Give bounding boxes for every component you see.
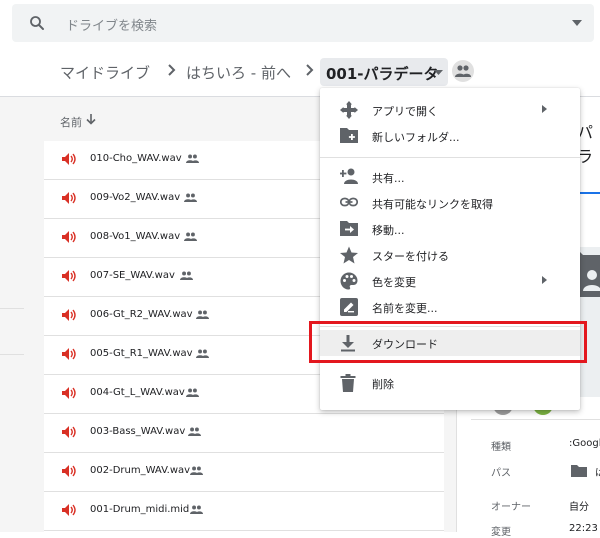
shared-folder-button[interactable] <box>452 60 474 82</box>
menu-item-label: 新しいフォルダ... <box>372 131 460 144</box>
menu-item-star[interactable]: スターを付ける <box>320 242 580 268</box>
audio-file-icon <box>62 192 76 204</box>
menu-item-label: 移動... <box>372 224 405 237</box>
detail-type-value: :Googl <box>569 438 600 449</box>
breadcrumb-current-folder[interactable]: 001-パラデータ <box>320 58 448 86</box>
audio-file-icon <box>62 309 76 321</box>
menu-item-move[interactable]: 移動... <box>320 216 580 242</box>
submenu-arrow-icon <box>542 276 547 284</box>
audio-file-icon <box>62 387 76 399</box>
shared-icon <box>190 466 203 475</box>
chevron-right-icon <box>306 64 314 76</box>
star-icon <box>340 246 358 264</box>
menu-item-get-link[interactable]: 共有可能なリンクを取得 <box>320 190 580 216</box>
chevron-right-icon <box>168 64 176 76</box>
menu-item-label: 色を変更 <box>372 276 416 289</box>
detail-owner-label: オーナー <box>491 502 531 513</box>
shared-icon <box>186 154 199 163</box>
palette-icon <box>340 272 358 290</box>
file-name: 009-Vo2_WAV.wav <box>90 192 181 203</box>
menu-item-delete[interactable]: 削除 <box>320 370 580 396</box>
detail-type-label: 種類 <box>491 442 511 453</box>
detail-path-value[interactable]: は <box>595 464 600 479</box>
column-header-name[interactable]: 名前 <box>60 114 82 130</box>
audio-file-icon <box>62 465 76 477</box>
detail-modified-value: 22:23 <box>569 523 598 534</box>
move-to-folder-icon <box>340 221 358 236</box>
audio-file-icon <box>62 231 76 243</box>
detail-path-label: パス <box>491 468 511 479</box>
menu-item-new-folder[interactable]: 新しいフォルダ... <box>320 123 580 149</box>
file-name: 006-Gt_R2_WAV.wav <box>90 309 193 320</box>
menu-item-label: 共有可能なリンクを取得 <box>372 198 493 211</box>
shared-icon <box>196 310 209 319</box>
trash-icon <box>340 374 356 392</box>
menu-item-rename[interactable]: 名前を変更... <box>320 294 580 320</box>
file-name: 010-Cho_WAV.wav <box>90 153 182 164</box>
menu-item-label: 削除 <box>372 378 394 391</box>
details-title: パラ <box>577 123 594 166</box>
caret-down-icon <box>434 70 443 75</box>
submenu-arrow-icon <box>542 105 547 113</box>
file-row[interactable]: 002-Drum_WAV.wav <box>44 453 444 492</box>
menu-item-label: 名前を変更... <box>372 302 438 315</box>
menu-item-label: 共有... <box>372 172 405 185</box>
menu-divider <box>320 157 580 158</box>
menu-item-open-with[interactable]: アプリで開く <box>320 97 580 123</box>
breadcrumb-current-label: 001-パラデータ <box>326 65 439 83</box>
audio-file-icon <box>62 348 76 360</box>
search-input[interactable]: ドライブを検索 <box>66 15 157 34</box>
detail-owner-value: 自分 <box>569 502 589 513</box>
divider <box>0 308 24 309</box>
shared-icon <box>184 232 197 241</box>
breadcrumb-parent[interactable]: はちいろ - 前へ <box>186 62 291 83</box>
audio-file-icon <box>62 426 76 438</box>
menu-item-change-color[interactable]: 色を変更 <box>320 268 580 294</box>
search-options-caret-icon[interactable] <box>572 20 582 26</box>
file-name: 007-SE_WAV.wav <box>90 270 175 281</box>
divider <box>0 354 24 355</box>
file-name: 004-Gt_L_WAV.wav <box>90 387 185 398</box>
shared-icon <box>188 427 201 436</box>
file-name: 008-Vo1_WAV.wav <box>90 231 181 242</box>
file-name: 005-Gt_R1_WAV.wav <box>90 348 193 359</box>
highlight-annotation <box>309 321 587 363</box>
audio-file-icon <box>62 153 76 165</box>
sort-arrow-down-icon[interactable] <box>86 113 96 125</box>
audio-file-icon <box>62 504 76 516</box>
link-icon <box>340 197 358 207</box>
person-add-icon <box>340 168 358 184</box>
edit-icon <box>340 298 358 316</box>
search-icon[interactable] <box>28 14 46 32</box>
audio-file-icon <box>62 270 76 282</box>
menu-item-label: スターを付ける <box>372 250 449 263</box>
shared-icon <box>196 349 209 358</box>
folder-icon <box>571 465 587 477</box>
file-row[interactable]: 003-Bass_WAV.wav <box>44 414 444 453</box>
shared-icon <box>180 271 193 280</box>
menu-item-label: アプリで開く <box>372 105 438 118</box>
menu-item-share[interactable]: 共有... <box>320 164 580 190</box>
breadcrumb-my-drive[interactable]: マイドライブ <box>60 62 150 83</box>
file-name: 003-Bass_WAV.wav <box>90 426 186 437</box>
detail-modified-label: 変更 <box>491 527 511 538</box>
shared-icon <box>190 505 203 514</box>
search-bar[interactable]: ドライブを検索 <box>12 4 594 42</box>
people-icon <box>455 65 471 77</box>
file-row[interactable]: 001-Drum_midi.mid <box>44 492 444 531</box>
file-name: 001-Drum_midi.mid <box>90 504 190 515</box>
divider <box>471 419 600 420</box>
move-arrows-icon <box>340 101 358 119</box>
shared-icon <box>184 193 197 202</box>
file-name: 002-Drum_WAV.wav <box>90 465 191 476</box>
shared-icon <box>186 388 199 397</box>
new-folder-icon <box>340 128 358 143</box>
